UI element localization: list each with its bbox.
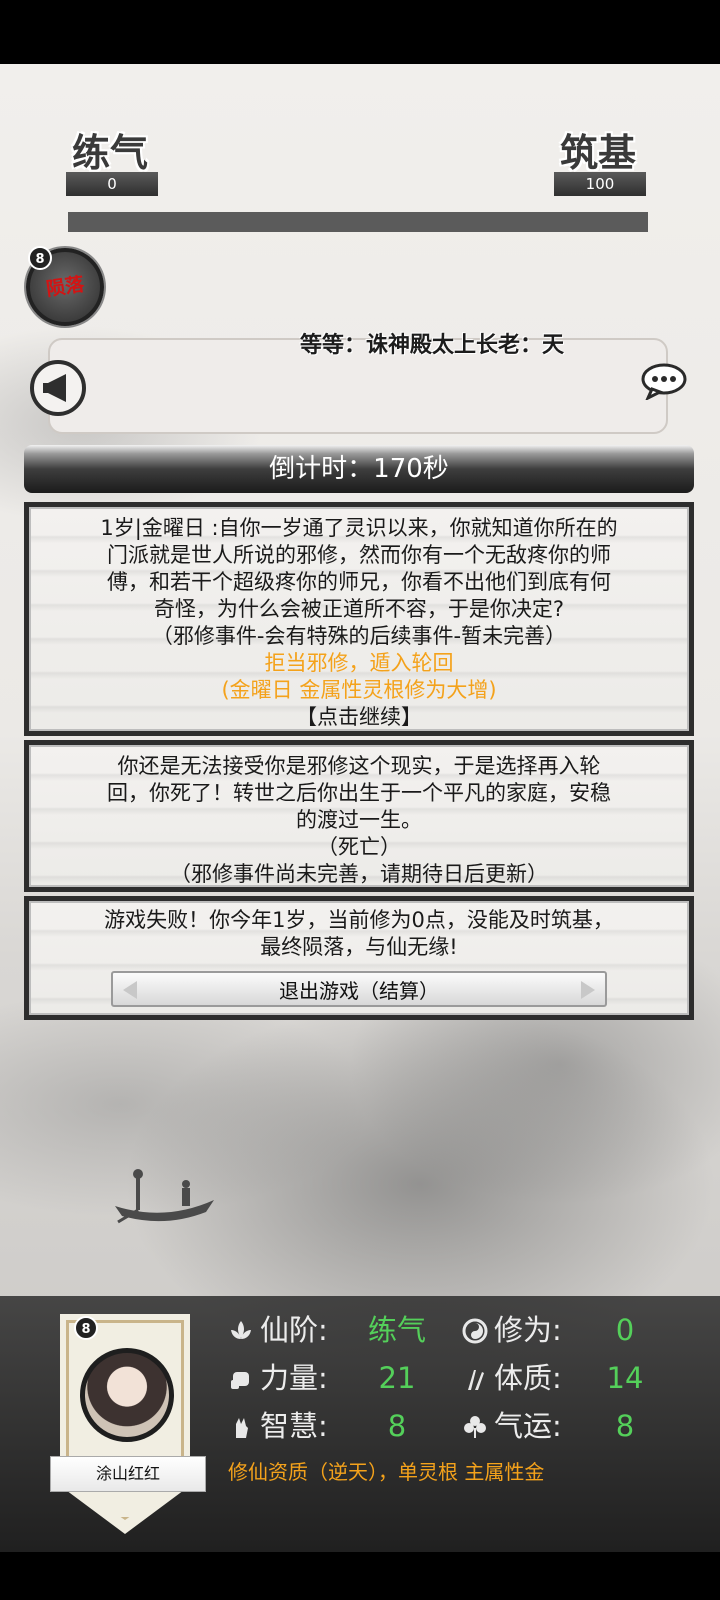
stat-constitution-label: 体质:: [494, 1361, 562, 1395]
stat-realm-label: 仙阶:: [260, 1313, 328, 1347]
character-level-badge: 8: [74, 1316, 98, 1340]
event2-line2: 回，你死了！转世之后你出生于一个平凡的家庭，安稳: [107, 781, 611, 805]
clover-icon: [464, 1416, 486, 1438]
current-realm-value: 0: [66, 172, 158, 196]
character-name: 涂山红红: [50, 1456, 206, 1492]
stat-constitution: 体质:: [462, 1358, 562, 1398]
stat-cultivation-label: 修为:: [494, 1313, 562, 1347]
event1-line2: 门派就是世人所说的邪修，然而你有一个无敌疼你的师: [107, 543, 611, 567]
system-nav-bar: [0, 1552, 720, 1600]
event1-line1: 1岁|金曜日 :自你一岁通了灵识以来，你就知道你所在的: [100, 516, 618, 540]
boat-illustration: [115, 1169, 214, 1224]
event-panel-1-body[interactable]: 1岁|金曜日 :自你一岁通了灵识以来，你就知道你所在的 门派就是世人所说的邪修，…: [29, 507, 689, 731]
stat-cultivation: 修为:: [462, 1310, 562, 1350]
stat-strength-label: 力量:: [260, 1361, 328, 1395]
fist-icon: [231, 1372, 249, 1389]
stat-wisdom-label: 智慧:: [260, 1409, 328, 1443]
stat-luck: 气运:: [462, 1406, 562, 1446]
event3-line2: 最终陨落，与仙无缘!: [260, 935, 458, 959]
stat-strength-value: 21: [378, 1361, 416, 1395]
realm-progress-bar: [68, 212, 648, 232]
stat-constitution-value: 14: [606, 1361, 644, 1395]
stat-realm-value: 练气: [367, 1313, 426, 1347]
stat-cultivation-value: 0: [615, 1313, 635, 1347]
event1-note: （邪修事件-会有特殊的后续事件-暂未完善）: [151, 624, 567, 648]
next-realm-title: 筑基: [560, 130, 637, 175]
event1-choice-effect: (金曜日 金属性灵根修为大增): [221, 678, 497, 702]
stat-luck-label: 气运:: [494, 1409, 562, 1443]
game-screen: 练气 筑基 0 100 陨落 8 等等：诛神殿太上长老：天 倒计时：170秒 1…: [0, 64, 720, 1552]
stat-strength: 力量:: [228, 1358, 328, 1398]
event1-line3: 傅，和若干个超级疼你的师兄，你看不出他们到底有何: [107, 570, 611, 594]
event1-line4: 奇怪，为什么会被正道所不容，于是你决定?: [153, 597, 565, 621]
event-panel-3-body: 游戏失败！你今年1岁，当前修为0点，没能及时筑基， 最终陨落，与仙无缘! 退出游…: [29, 901, 689, 1015]
character-avatar[interactable]: [80, 1348, 174, 1442]
lotus-icon: [231, 1321, 251, 1339]
megaphone-icon[interactable]: [30, 360, 86, 416]
aptitude-text: 修仙资质（逆天），单灵根 主属性金: [228, 1460, 545, 1484]
event-panel-1[interactable]: 1岁|金曜日 :自你一岁通了灵识以来，你就知道你所在的 门派就是世人所说的邪修，…: [24, 502, 694, 736]
fallen-stamp: 陨落: [44, 273, 86, 301]
event1-choice: 拒当邪修，遁入轮回: [264, 651, 454, 675]
event2-line3: 的渡过一生。: [296, 808, 422, 832]
event3-line1: 游戏失败！你今年1岁，当前修为0点，没能及时筑基，: [104, 908, 614, 932]
sparkle-icon: [468, 1370, 484, 1390]
countdown-bar: 倒计时：170秒: [24, 445, 694, 493]
stat-luck-value: 8: [615, 1409, 635, 1443]
stat-realm: 仙阶:: [228, 1310, 328, 1350]
hand-gesture-icon: [236, 1418, 248, 1438]
event-panel-2-body: 你还是无法接受你是邪修这个现实，于是选择再入轮 回，你死了！转世之后你出生于一个…: [29, 745, 689, 887]
event2-result: （死亡）: [317, 835, 401, 859]
current-realm-title: 练气: [72, 130, 149, 175]
broadcast-ticker: 等等：诛神殿太上长老：天: [300, 333, 565, 358]
continue-prompt[interactable]: 【点击继续】: [53, 704, 665, 731]
swirl-icon: [462, 1318, 488, 1344]
exit-game-button[interactable]: 退出游戏（结算）: [111, 971, 607, 1007]
stat-wisdom: 智慧:: [228, 1406, 328, 1446]
fallen-level-badge: 8: [28, 246, 52, 270]
chat-bubble-icon[interactable]: [640, 362, 690, 402]
next-realm-value: 100: [554, 172, 646, 196]
event-panel-3: 游戏失败！你今年1岁，当前修为0点，没能及时筑基， 最终陨落，与仙无缘! 退出游…: [24, 896, 694, 1020]
event2-line1: 你还是无法接受你是邪修这个现实，于是选择再入轮: [117, 754, 601, 778]
stat-wisdom-value: 8: [387, 1409, 407, 1443]
event-panel-2: 你还是无法接受你是邪修这个现实，于是选择再入轮 回，你死了！转世之后你出生于一个…: [24, 740, 694, 892]
event2-note: （邪修事件尚未完善，请期待日后更新）: [170, 862, 548, 886]
